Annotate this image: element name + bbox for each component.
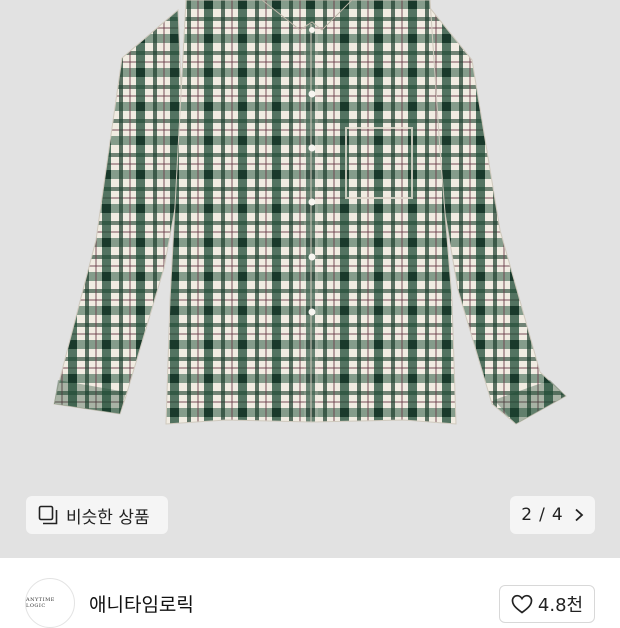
similar-products-button[interactable]: 비슷한 상품 bbox=[26, 496, 168, 534]
chevron-right-icon bbox=[574, 508, 584, 522]
heart-icon bbox=[511, 594, 533, 614]
product-photo-shirt bbox=[53, 0, 567, 425]
product-image-gallery[interactable]: 비슷한 상품 2 / 4 bbox=[0, 0, 620, 558]
pager-total: 4 bbox=[551, 505, 564, 525]
pager-current: 2 bbox=[521, 505, 534, 525]
like-button[interactable]: 4.8천 bbox=[499, 585, 595, 623]
image-pager[interactable]: 2 / 4 bbox=[510, 496, 595, 534]
seller-name[interactable]: 애니타임로릭 bbox=[89, 590, 194, 617]
similar-products-label: 비슷한 상품 bbox=[66, 507, 150, 528]
pager-separator: / bbox=[539, 505, 546, 525]
seller-avatar-text: ANYTIME LOGIC bbox=[26, 597, 55, 609]
like-count: 4.8천 bbox=[537, 595, 584, 616]
stacked-squares-icon bbox=[38, 505, 58, 525]
seller-avatar[interactable]: ANYTIME LOGIC bbox=[25, 578, 75, 628]
